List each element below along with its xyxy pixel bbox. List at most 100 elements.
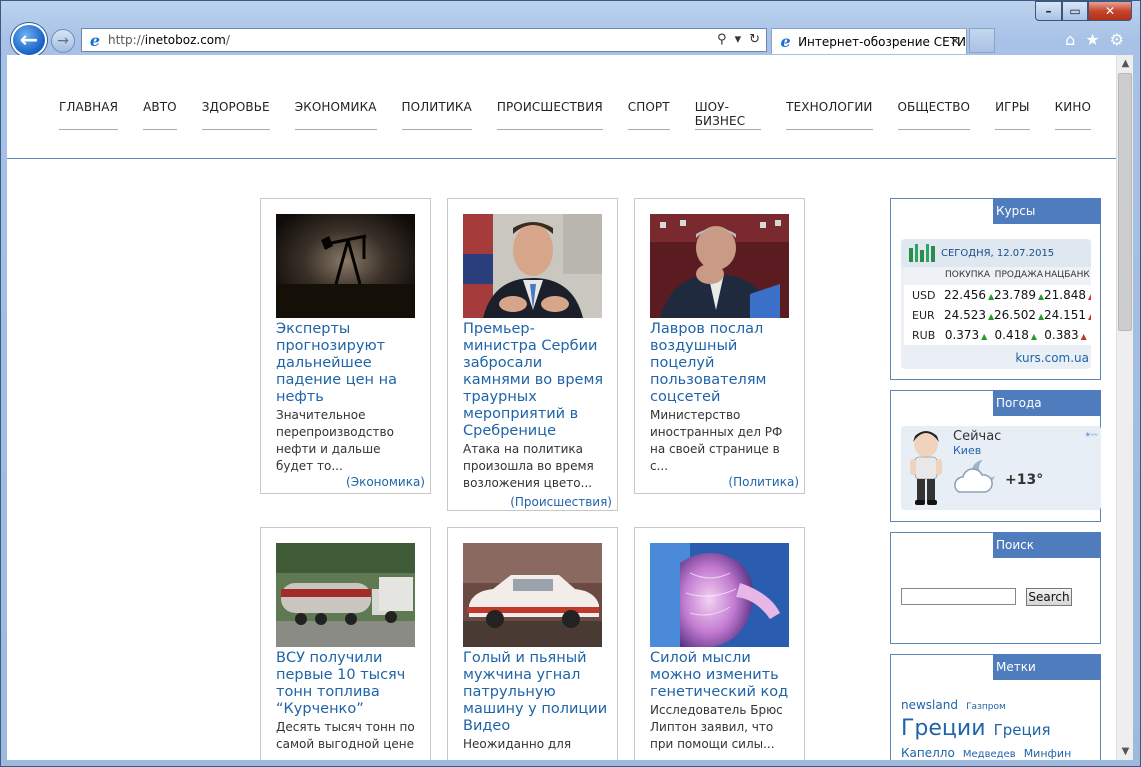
address-bar[interactable]: e http://inetoboz.com/ ⚲ ▾ ↻ <box>81 28 767 52</box>
nav-item[interactable]: ПРОИСШЕСТВИЯ <box>496 100 603 130</box>
tag-link[interactable]: Газпром <box>966 702 1006 712</box>
nav-item[interactable]: ПОЛИТИКА <box>401 100 472 130</box>
currency-buy: 22.456 ▲ <box>944 288 995 302</box>
nav-item[interactable]: КИНО <box>1054 100 1091 130</box>
arrow-up-icon: ▲ <box>1088 292 1091 301</box>
minimize-button[interactable]: – <box>1035 1 1062 21</box>
currency-rates-box: СЕГОДНЯ, 12.07.2015 ПОКУПКА ПРОДАЖА НАЦБ… <box>901 239 1091 369</box>
weather-character-icon <box>910 431 942 505</box>
nav-item[interactable]: ЭКОНОМИКА <box>294 100 377 130</box>
widget-title: Поиск <box>993 532 1101 558</box>
currency-buy: 0.373 ▲ <box>944 328 988 342</box>
article-desc: Исследователь Брюс Липтон заявил, что пр… <box>650 703 783 751</box>
currency-sell: 26.502 ▲ <box>994 308 1045 322</box>
star-icon[interactable]: ★ <box>1085 30 1099 49</box>
weather-temperature: +13° <box>1005 472 1044 488</box>
article-image-genetics[interactable] <box>650 543 789 647</box>
article-card-5[interactable]: Голый и пьяный мужчина угнал патрульную … <box>447 527 618 760</box>
scroll-down-icon[interactable]: ▼ <box>1117 743 1134 760</box>
currency-nbu: 0.383 ▲ <box>1044 328 1087 342</box>
header-sell: ПРОДАЖА <box>994 270 1043 280</box>
search-button[interactable]: Search <box>1026 588 1072 606</box>
article-title[interactable]: Премьер-министра Сербии забросали камням… <box>463 321 608 440</box>
nav-item[interactable]: ОБЩЕСТВО <box>897 100 971 130</box>
article-image-fuel-truck[interactable] <box>276 543 415 647</box>
arrow-up-icon: ▲ <box>1088 312 1091 321</box>
tab-close-icon[interactable]: ✕ <box>950 34 960 48</box>
refresh-icon[interactable]: ↻ <box>749 32 760 47</box>
nav-item[interactable]: АВТО <box>143 100 177 130</box>
arrow-up-icon: ▲ <box>1030 332 1038 341</box>
article-title[interactable]: Эксперты прогнозируют дальнейшее падение… <box>276 321 421 406</box>
article-image-oil[interactable] <box>276 214 415 318</box>
kurs-logo-icon <box>909 244 935 262</box>
back-button[interactable]: ← <box>11 23 47 57</box>
currency-nbu: 21.848▲ <box>1044 288 1091 302</box>
site-main-nav: ГЛАВНАЯ АВТО ЗДОРОВЬЕ ЭКОНОМИКА ПОЛИТИКА ПРОИ… <box>7 55 1116 159</box>
widget-pogoda: Погода Сейчас Киев +13° ☀〰 <box>890 390 1101 522</box>
forward-button[interactable]: → <box>51 29 75 53</box>
currency-table-header: ПОКУПКА ПРОДАЖА НАЦБАНК <box>904 267 1091 285</box>
scroll-thumb[interactable] <box>1118 73 1132 331</box>
article-image-car[interactable] <box>463 543 602 647</box>
dropdown-icon[interactable]: ▾ <box>735 32 742 47</box>
article-category-link[interactable]: (Экономика) <box>346 475 425 489</box>
home-icon[interactable]: ⌂ <box>1065 30 1075 49</box>
widget-tags: Метки newsland Газпром Греции Греция Кап… <box>890 654 1101 760</box>
tag-link[interactable]: newsland <box>901 698 958 712</box>
article-title[interactable]: Силой мысли можно изменить генетический … <box>650 650 795 701</box>
article-title[interactable]: ВСУ получили первые 10 тысяч тонн топлив… <box>276 650 421 718</box>
article-image-lavrov[interactable] <box>650 214 789 318</box>
new-tab-button[interactable] <box>969 28 995 53</box>
nav-item[interactable]: ТЕХНОЛОГИИ <box>786 100 873 130</box>
weather-now: Сейчас <box>953 429 1002 444</box>
article-desc: Министерство иностранных дел РФ на своей… <box>650 408 783 473</box>
tag-link[interactable]: Медведев <box>963 749 1016 760</box>
close-window-button[interactable]: ✕ <box>1088 1 1132 21</box>
nav-item[interactable]: СПОРТ <box>627 100 670 130</box>
article-category-link[interactable]: (Происшествия) <box>510 495 612 509</box>
article-card-2[interactable]: Премьер-министра Сербии забросали камням… <box>447 198 618 511</box>
header-nbu: НАЦБАНК <box>1044 270 1090 280</box>
currency-buy: 24.523 ▲ <box>944 308 995 322</box>
nav-item[interactable]: ГЛАВНАЯ <box>59 100 119 130</box>
tab-active[interactable]: e Интернет-обозрение СЕТИ ✕ <box>771 28 967 54</box>
cloud-moon-icon <box>954 460 995 493</box>
nav-item[interactable]: ШОУ-БИЗНЕС <box>694 100 762 130</box>
article-image-serbia-pm[interactable] <box>463 214 602 318</box>
search-input[interactable] <box>901 588 1016 605</box>
article-category-link[interactable]: (Политика) <box>728 475 799 489</box>
search-icon[interactable]: ⚲ <box>717 32 727 47</box>
article-title[interactable]: Голый и пьяный мужчина угнал патрульную … <box>463 650 608 735</box>
weather-box: Сейчас Киев +13° ☀〰 <box>901 426 1101 510</box>
article-title[interactable]: Лавров послал воздушный поцелуй пользова… <box>650 321 795 406</box>
currency-date-bar: СЕГОДНЯ, 12.07.2015 <box>901 239 1091 267</box>
maximize-button[interactable]: ▭ <box>1062 1 1088 21</box>
article-card-6[interactable]: Силой мысли можно изменить генетический … <box>634 527 805 760</box>
ie-tab-icon: e <box>780 32 791 51</box>
currency-rows: USD 22.456▲23.789▲21.848▲ EUR 24.523▲26.502… <box>904 285 1091 345</box>
scroll-up-icon[interactable]: ▲ <box>1117 55 1134 72</box>
article-card-4[interactable]: ВСУ получили первые 10 тысяч тонн топлив… <box>260 527 431 760</box>
currency-code: RUB <box>912 328 936 342</box>
kurs-source-link[interactable]: kurs.com.ua <box>1015 351 1089 365</box>
article-desc: Значительное перепроизводство нефти и да… <box>276 408 394 473</box>
widget-title: Курсы <box>993 198 1101 224</box>
currency-date: СЕГОДНЯ, 12.07.2015 <box>941 247 1055 259</box>
currency-row: RUB 0.373 ▲ 0.418 ▲ 0.383 ▲ <box>904 325 1091 345</box>
tag-link[interactable]: Минфин <box>1024 747 1072 760</box>
tag-link[interactable]: Капелло <box>901 746 955 760</box>
widget-title: Погода <box>993 390 1101 416</box>
currency-nbu: 24.151▲ <box>1044 308 1091 322</box>
nav-item[interactable]: ЗДОРОВЬЕ <box>201 100 270 130</box>
currency-code: USD <box>912 288 936 302</box>
article-card-3[interactable]: Лавров послал воздушный поцелуй пользова… <box>634 198 805 494</box>
currency-sell: 0.418 ▲ <box>994 328 1038 342</box>
tag-link[interactable]: Греции <box>901 716 986 741</box>
article-card-1[interactable]: Эксперты прогнозируют дальнейшее падение… <box>260 198 431 494</box>
tag-link[interactable]: Греция <box>994 721 1051 739</box>
gear-icon[interactable]: ⚙ <box>1110 30 1124 49</box>
nav-item[interactable]: ИГРЫ <box>995 100 1030 130</box>
vertical-scrollbar[interactable]: ▲ ▼ <box>1116 55 1133 760</box>
ie-page-icon: e <box>89 30 101 50</box>
